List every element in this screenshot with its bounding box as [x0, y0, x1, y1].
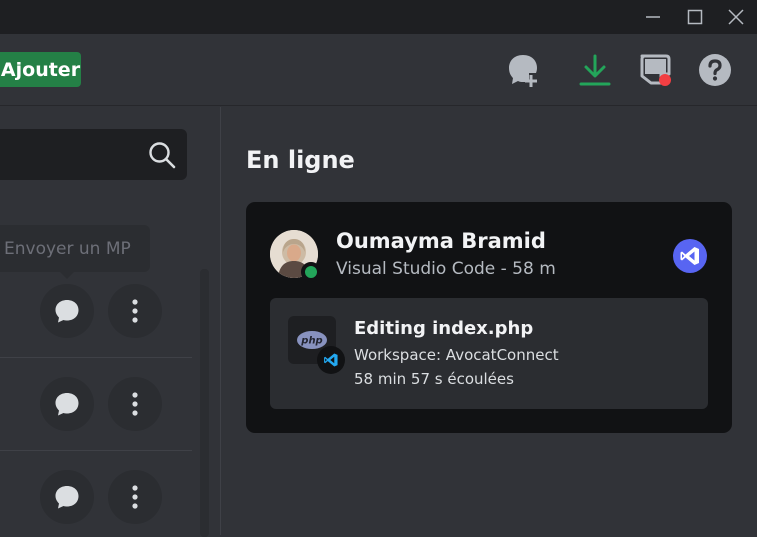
maximize-button[interactable]	[674, 0, 716, 34]
search-input[interactable]	[0, 129, 187, 180]
inbox-button[interactable]	[635, 50, 675, 90]
send-dm-tooltip: Envoyer un MP	[0, 225, 150, 272]
more-vertical-icon	[132, 485, 138, 509]
active-now-heading: En ligne	[246, 146, 355, 174]
new-group-dm-icon	[509, 55, 537, 87]
more-vertical-icon	[132, 392, 138, 416]
tooltip-arrow	[60, 272, 74, 279]
more-options-button[interactable]	[108, 284, 162, 338]
svg-text:php: php	[300, 336, 322, 347]
download-icon	[579, 54, 611, 86]
panel-divider	[220, 107, 221, 535]
message-button[interactable]	[40, 377, 94, 431]
help-icon	[699, 54, 731, 86]
message-button[interactable]	[40, 470, 94, 524]
online-status-indicator	[301, 262, 321, 282]
new-group-dm-button[interactable]	[503, 50, 543, 90]
minimize-button[interactable]	[632, 0, 674, 34]
inbox-icon	[640, 54, 671, 86]
friends-toolbar: Ajouter	[0, 34, 757, 106]
activity-card[interactable]: Oumayma Bramid Visual Studio Code - 58 m…	[246, 202, 732, 433]
activity-workspace: Workspace: AvocatConnect	[354, 346, 559, 364]
friend-activity: Visual Studio Code - 58 m	[336, 259, 556, 279]
message-button[interactable]	[40, 284, 94, 338]
maximize-icon	[687, 9, 703, 25]
activity-elapsed: 58 min 57 s écoulées	[354, 370, 514, 388]
friends-list-panel: Envoyer un MP	[0, 107, 220, 537]
friend-name[interactable]: Oumayma Bramid	[336, 229, 546, 253]
window-titlebar	[0, 0, 757, 34]
rich-presence-panel: php Editing index.php Workspace: AvocatC…	[270, 298, 708, 409]
chat-bubble-icon	[55, 486, 79, 509]
add-friend-button[interactable]: Ajouter	[0, 52, 81, 87]
row-divider	[0, 450, 192, 451]
close-button[interactable]	[715, 0, 757, 34]
close-icon	[728, 9, 744, 25]
chat-bubble-icon	[55, 300, 79, 323]
minimize-icon	[646, 16, 660, 18]
more-options-button[interactable]	[108, 470, 162, 524]
activity-title: Editing index.php	[354, 318, 534, 339]
scrollbar-track[interactable]	[200, 269, 209, 537]
more-options-button[interactable]	[108, 377, 162, 431]
help-button[interactable]	[695, 50, 735, 90]
search-icon[interactable]	[147, 140, 177, 170]
vscode-small-icon	[317, 346, 345, 374]
more-vertical-icon	[132, 299, 138, 323]
vscode-icon	[673, 239, 707, 273]
row-divider	[0, 357, 192, 358]
download-button[interactable]	[575, 50, 615, 90]
chat-bubble-icon	[55, 393, 79, 416]
